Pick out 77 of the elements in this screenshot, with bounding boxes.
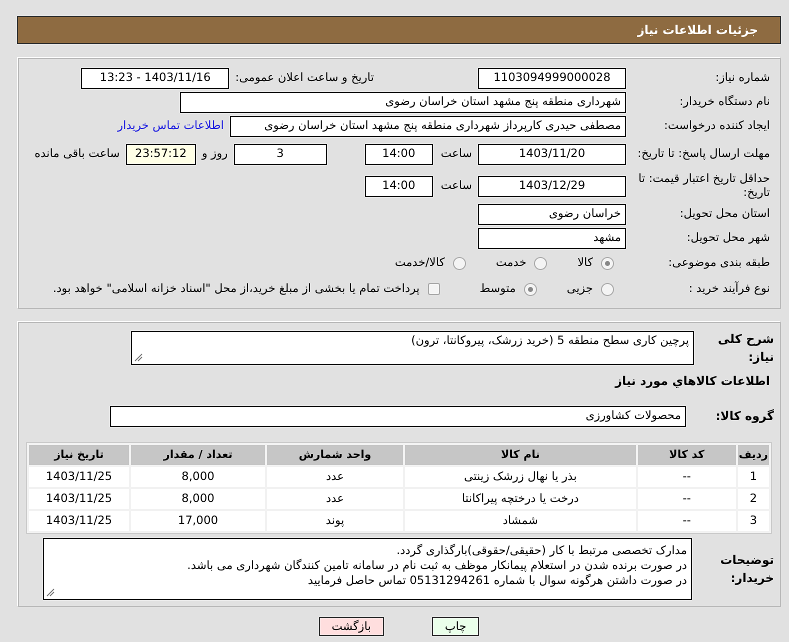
table-cell: 1403/11/25 — [29, 467, 129, 487]
days-label: روز و — [202, 145, 228, 162]
checkbox[interactable] — [428, 283, 440, 295]
column-header: نام کالا — [405, 445, 636, 465]
field-value: 1403/12/29 — [478, 176, 626, 196]
checkbox-label: پرداخت تمام یا بخشی از مبلغ خرید،از محل "اسناد خزانه اسلامی" خواهد بود. — [52, 280, 420, 298]
table-cell: شمشاد — [405, 511, 636, 531]
field-value: 1403/11/16 - 13:23 — [81, 68, 230, 88]
field-value: 3 — [234, 144, 327, 164]
field-label: توضیحات خریدار: — [719, 552, 774, 587]
field-value: 14:00 — [364, 144, 433, 164]
table-cell: عدد — [267, 467, 403, 487]
field-label: شماره نیاز: — [714, 69, 771, 86]
radio-label: کالا/خدمت — [394, 254, 445, 272]
field-value: 1103094999000028 — [478, 68, 626, 88]
table-cell: 1 — [738, 467, 769, 487]
field-value: محصولات کشاورزی — [110, 406, 686, 426]
field-label: نام دستگاه خریدار: — [678, 93, 771, 110]
radio-button[interactable] — [452, 256, 466, 270]
field-label: استان محل تحویل: — [678, 205, 771, 222]
table-cell: پوند — [267, 511, 403, 531]
field-label: طبقه بندی موضوعی: — [667, 254, 771, 272]
field-label: گروه کالا: — [714, 408, 774, 425]
table-cell: 1403/11/25 — [29, 511, 129, 531]
table-cell: 8,000 — [131, 489, 265, 509]
column-header: ردیف — [738, 445, 769, 465]
page-header: جزئیات اطلاعات نیاز — [17, 16, 781, 44]
print-button[interactable]: چاپ — [432, 617, 480, 636]
note-line: در صورت برنده شدن در استعلام پیمانکار موظف به ثبت نام در سامانه تامین کنندگان شهرداری می باشد. — [187, 558, 687, 573]
field-label: نوع فرآیند خرید : — [688, 280, 771, 298]
back-button[interactable]: بازگشت — [318, 617, 384, 636]
field-value: مشهد — [478, 228, 626, 248]
column-header: کد کالا — [638, 445, 736, 465]
field-value: مصطفی حیدری کارپرداز شهرداری منطقه پنج مشهد استان خراسان رضوی — [230, 116, 626, 136]
radio-button[interactable] — [524, 282, 537, 296]
table-cell: 8,000 — [131, 467, 265, 487]
radio-button[interactable] — [601, 256, 614, 270]
radio-label: جزیی — [566, 280, 593, 298]
radio-label: خدمت — [496, 254, 526, 272]
radio-button[interactable] — [601, 282, 614, 296]
field-label: مهلت ارسال پاسخ: تا تاریخ: — [636, 147, 771, 161]
radio-button[interactable] — [534, 256, 548, 270]
column-header: تاریخ نیاز — [29, 445, 129, 465]
note-line: در صورت داشتن هرگونه سوال با شماره 05131294261 تماس حاصل فرمایید — [308, 572, 687, 588]
field-value: شهرداری منطقه پنج مشهد استان خراسان رضوی — [180, 92, 626, 112]
section-title: اطلاعات کالاهاي مورد نياز — [614, 373, 770, 390]
table-cell: 17,000 — [131, 511, 265, 531]
table-cell: 2 — [738, 489, 769, 509]
countdown-field: 23:57:12 — [126, 144, 196, 164]
field-label: ایجاد کننده درخواست: — [663, 117, 771, 134]
description-text: پرچین کاری سطح منطقه 5 (خرید زرشک، پیروکانتا، ترون) — [411, 332, 689, 349]
column-header: تعداد / مقدار — [131, 445, 265, 465]
radio-label: کالا — [577, 254, 593, 272]
resize-grip-icon[interactable] — [46, 588, 55, 597]
radio-label: متوسط — [480, 280, 516, 298]
table-cell: -- — [638, 489, 736, 509]
table-cell: 3 — [738, 511, 769, 531]
field-value: 14:00 — [364, 176, 433, 196]
table-cell: -- — [638, 511, 736, 531]
resize-grip-icon[interactable] — [134, 353, 143, 362]
note-line: مدارک تخصصی مرتبط با کار (حقیقی/حقوقی)بارگذاری گردد. — [396, 543, 687, 558]
field-value: خراسان رضوی — [478, 204, 626, 224]
table-cell: عدد — [267, 489, 403, 509]
table-cell: بذر یا نهال زرشک زینتی — [405, 467, 636, 487]
time-label: ساعت — [440, 145, 472, 162]
table-cell: -- — [638, 467, 736, 487]
field-label: تاریخ و ساعت اعلان عمومی: — [235, 69, 374, 86]
time-label: ساعت — [440, 177, 472, 194]
contact-link[interactable]: اطلاعات تماس خریدار — [117, 117, 224, 135]
table-cell: درخت یا درختچه پیراکانتا — [405, 489, 636, 509]
field-value: 1403/11/20 — [478, 144, 626, 164]
field-label: شرح کلی نیاز: — [716, 331, 774, 366]
table-cell: 1403/11/25 — [29, 489, 129, 509]
field-label: شهر محل تحویل: — [686, 229, 771, 246]
field-label: حداقل تاریخ اعتبار قیمت: تا تاریخ: — [637, 172, 771, 200]
remaining-label: ساعت باقی مانده — [34, 145, 120, 162]
column-header: واحد شمارش — [267, 445, 403, 465]
